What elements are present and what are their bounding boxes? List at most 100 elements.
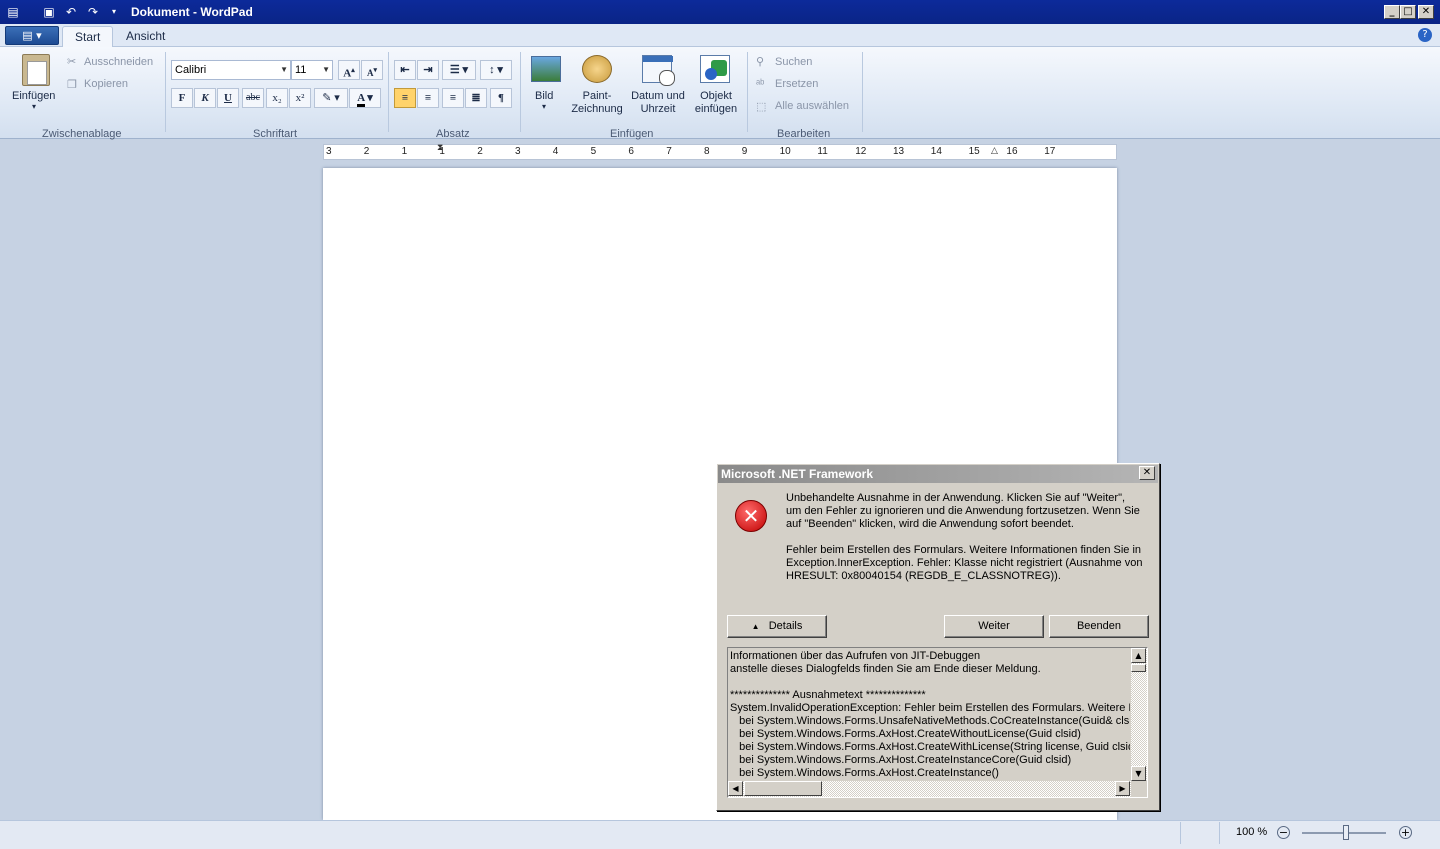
increase-indent-icon[interactable]: ⇥: [417, 60, 439, 80]
details-button[interactable]: ▲ Details: [727, 615, 827, 638]
dialog-message-detail: Fehler beim Erstellen des Formulars. Wei…: [786, 544, 1143, 582]
date-time-button[interactable]: Datum und Uhrzeit: [628, 90, 688, 116]
zoom-in-icon[interactable]: +: [1399, 826, 1412, 839]
grow-font-button[interactable]: A▴: [338, 60, 360, 80]
group-label-font: Schriftart: [253, 128, 298, 140]
scroll-right-icon[interactable]: ▶: [1115, 781, 1130, 796]
align-center-icon[interactable]: ≡: [417, 88, 439, 108]
ruler-tick-label: 8: [704, 146, 710, 157]
group-label-paragraph: Absatz: [436, 128, 470, 140]
line-spacing-icon[interactable]: ↕ ▾: [480, 60, 512, 80]
scroll-left-icon[interactable]: ◀: [728, 781, 743, 796]
font-color-button[interactable]: A ▾: [349, 88, 381, 108]
scissors-icon: ✂: [67, 56, 77, 68]
align-right-icon[interactable]: ≡: [442, 88, 464, 108]
scroll-up-icon[interactable]: ▲: [1131, 648, 1146, 663]
group-separator: [165, 52, 166, 132]
dialog-close-button[interactable]: ✕: [1139, 466, 1155, 480]
ruler-tick-label: 11: [817, 146, 828, 157]
insert-object-button[interactable]: Objekt einfügen: [690, 90, 742, 116]
zoom-level: 100 %: [1236, 826, 1268, 838]
application-menu-button[interactable]: ▤ ▾: [5, 26, 59, 45]
insert-object-icon[interactable]: [700, 55, 730, 83]
binoculars-icon: ⚲: [756, 56, 765, 68]
shrink-font-button[interactable]: A▾: [361, 60, 383, 80]
align-left-icon[interactable]: ≡: [394, 88, 416, 108]
underline-button[interactable]: U: [217, 88, 239, 108]
error-icon: ✕: [735, 500, 767, 532]
close-button[interactable]: ✕: [1418, 5, 1434, 19]
status-separator: [1180, 822, 1181, 844]
zoom-out-icon[interactable]: −: [1277, 826, 1290, 839]
select-all-icon: ⬚: [756, 101, 767, 113]
select-all-button[interactable]: Alle auswählen: [775, 100, 849, 112]
italic-button[interactable]: K: [194, 88, 216, 108]
strikethrough-button[interactable]: abc: [242, 88, 264, 108]
status-bar: [0, 820, 1440, 849]
superscript-button[interactable]: x²: [289, 88, 311, 108]
ruler-tick-label: 2: [477, 146, 483, 157]
maximize-button[interactable]: □: [1400, 5, 1416, 19]
copy-button[interactable]: Kopieren: [84, 78, 128, 90]
window-title: Dokument - WordPad: [131, 5, 253, 19]
find-button[interactable]: Suchen: [775, 56, 812, 68]
save-icon[interactable]: ▣: [42, 5, 56, 19]
ruler-tick-label: 14: [930, 146, 942, 157]
paste-button-label[interactable]: Einfügen: [12, 90, 55, 102]
picture-dropdown-icon[interactable]: ▾: [542, 102, 546, 111]
calendar-clock-icon[interactable]: [642, 55, 675, 86]
ruler-tick-label: 3: [326, 146, 332, 157]
title-bar: ▤ ▣ ↶ ↷ ▾ Dokument - WordPad _ □ ✕: [0, 0, 1440, 24]
paste-icon[interactable]: [22, 54, 50, 86]
undo-icon[interactable]: ↶: [64, 5, 78, 19]
minimize-button[interactable]: _: [1384, 5, 1400, 19]
ruler-tick-label: 17: [1044, 146, 1056, 157]
quick-access-dropdown-icon[interactable]: ▾: [107, 5, 121, 19]
help-icon[interactable]: ?: [1418, 28, 1432, 42]
picture-button[interactable]: Bild: [535, 90, 553, 102]
cut-button[interactable]: Ausschneiden: [84, 56, 153, 68]
ruler-tick-label: 5: [590, 146, 597, 157]
bullets-list-icon[interactable]: ☰ ▾: [442, 60, 476, 80]
picture-icon[interactable]: [531, 56, 561, 82]
paint-palette-icon[interactable]: [582, 55, 612, 83]
dialog-message-primary: Unbehandelte Ausnahme in der Anwendung. …: [786, 492, 1140, 530]
horizontal-scroll-thumb[interactable]: [744, 781, 822, 796]
ruler-tick-label: 16: [1006, 146, 1018, 157]
group-separator: [862, 52, 863, 132]
replace-button[interactable]: Ersetzen: [775, 78, 818, 90]
continue-button[interactable]: Weiter: [944, 615, 1044, 638]
paste-dropdown-icon[interactable]: ▾: [32, 102, 36, 111]
ruler-tick-label: 10: [779, 146, 791, 157]
ruler-tick-label: 7: [666, 146, 672, 157]
paint-drawing-button[interactable]: Paint- Zeichnung: [568, 90, 626, 116]
zoom-slider-thumb[interactable]: [1343, 825, 1349, 840]
bold-button[interactable]: F: [171, 88, 193, 108]
font-family-select[interactable]: Calibri ▼: [171, 60, 291, 80]
chevron-up-icon: ▲: [751, 622, 760, 631]
group-separator: [388, 52, 389, 132]
wordpad-app-icon[interactable]: ▤: [6, 5, 20, 19]
vertical-scroll-thumb[interactable]: [1131, 664, 1146, 672]
dialog-title: Microsoft .NET Framework: [721, 467, 874, 481]
decrease-indent-icon[interactable]: ⇤: [394, 60, 416, 80]
group-label-clipboard: Zwischenablage: [42, 128, 122, 140]
ruler-tick-label: 4: [552, 146, 559, 157]
ruler-tick-label: 1: [439, 146, 445, 157]
tab-ansicht[interactable]: Ansicht: [114, 26, 177, 47]
details-text[interactable]: Informationen über das Aufrufen von JIT-…: [730, 650, 1130, 780]
ruler-tick-label: 9: [741, 146, 748, 157]
subscript-button[interactable]: x₂: [266, 88, 288, 108]
highlight-color-button[interactable]: ✎ ▾: [314, 88, 348, 108]
justify-icon[interactable]: ≣: [465, 88, 487, 108]
group-label-insert: Einfügen: [610, 128, 654, 140]
copy-icon: ❐: [67, 79, 77, 91]
paragraph-settings-icon[interactable]: ¶: [490, 88, 512, 108]
right-indent-marker-icon[interactable]: △: [991, 146, 998, 156]
group-label-edit: Bearbeiten: [777, 128, 831, 140]
quit-button[interactable]: Beenden: [1049, 615, 1149, 638]
font-size-select[interactable]: 11 ▼: [291, 60, 333, 80]
scroll-down-icon[interactable]: ▼: [1131, 766, 1146, 781]
tab-start[interactable]: Start: [62, 26, 114, 47]
redo-icon[interactable]: ↷: [86, 5, 100, 19]
